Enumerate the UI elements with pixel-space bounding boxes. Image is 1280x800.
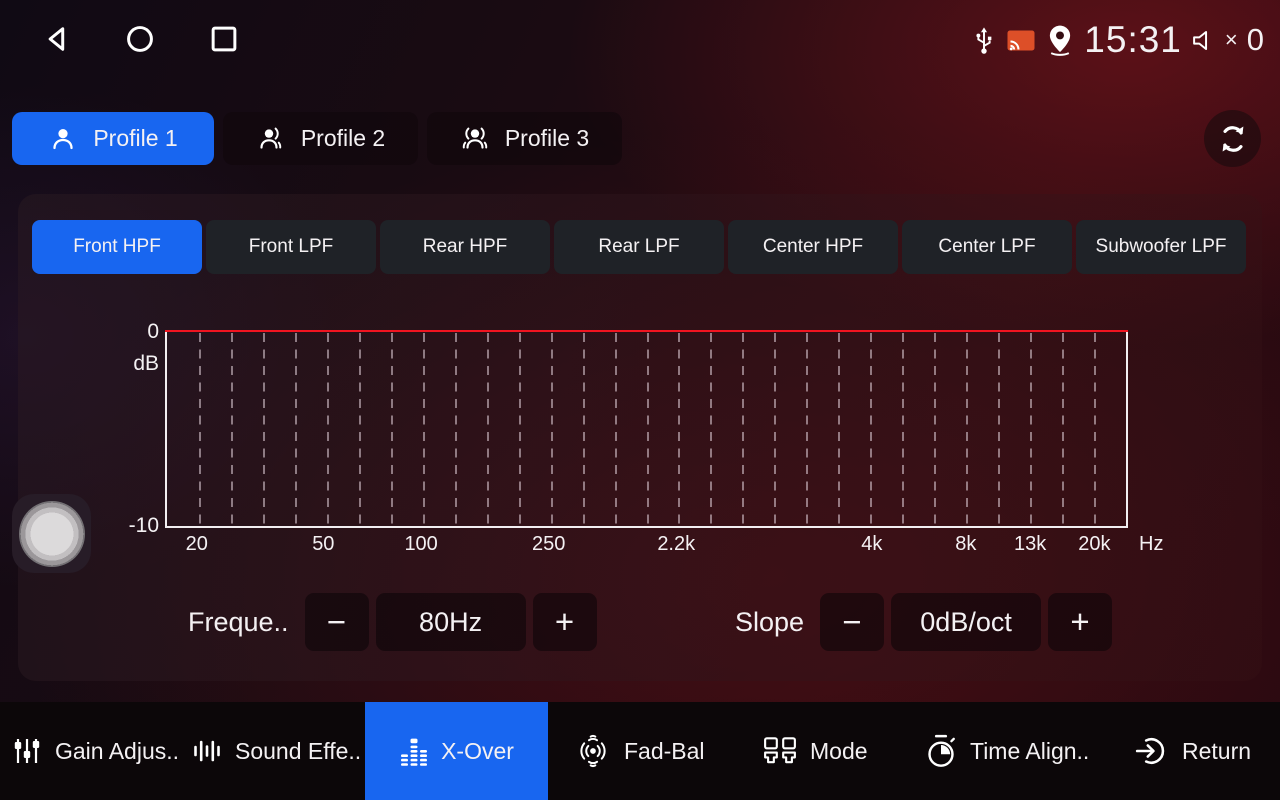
nav-return[interactable]: Return	[1135, 702, 1251, 800]
person-speaking-icon	[256, 124, 286, 154]
frequency-control: Freque.. − 80Hz +	[188, 593, 597, 651]
profile-tabs: Profile 1 Profile 2	[12, 112, 622, 165]
mode-icon	[763, 736, 797, 766]
bottom-navigation: Gain Adjus.. Sound Effe.. X-Ov	[0, 702, 1280, 800]
nav-label: Fad-Bal	[624, 738, 705, 765]
person-icon	[48, 124, 78, 154]
back-triangle-icon	[41, 23, 73, 55]
slope-decrease-button[interactable]: −	[820, 593, 884, 651]
android-back-button[interactable]	[40, 22, 74, 56]
sound-effect-icon	[192, 736, 222, 766]
filter-tab-subwoofer-lpf[interactable]: Subwoofer LPF	[1076, 220, 1246, 274]
floating-assist-knob[interactable]	[12, 494, 91, 573]
cast-icon	[1006, 28, 1036, 53]
minus-icon: −	[842, 603, 861, 641]
filter-tab-center-lpf[interactable]: Center LPF	[902, 220, 1072, 274]
y-axis-tick-min: -10	[111, 514, 159, 538]
fader-balance-icon	[575, 733, 611, 769]
refresh-icon	[1215, 121, 1251, 157]
slope-value: 0dB/oct	[891, 593, 1041, 651]
nav-label: Mode	[810, 738, 868, 765]
nav-label: Time Align..	[970, 738, 1089, 765]
frequency-decrease-button[interactable]: −	[305, 593, 369, 651]
filter-tab-center-hpf[interactable]: Center HPF	[728, 220, 898, 274]
filter-tab-rear-hpf[interactable]: Rear HPF	[380, 220, 550, 274]
nav-gain-adjust[interactable]: Gain Adjus..	[12, 702, 179, 800]
filter-tab-rear-lpf[interactable]: Rear LPF	[554, 220, 724, 274]
stopwatch-icon	[925, 734, 957, 768]
profile-label: Profile 1	[93, 125, 177, 152]
tab-label: Subwoofer LPF	[1096, 236, 1227, 258]
clock: 15:31	[1084, 19, 1182, 61]
y-axis-tick-0: 0	[121, 320, 159, 344]
android-home-button[interactable]	[123, 22, 157, 56]
android-recents-button[interactable]	[207, 22, 241, 56]
nav-x-over[interactable]: X-Over	[365, 702, 548, 800]
person-broadcast-icon	[460, 124, 490, 154]
recents-square-icon	[208, 23, 240, 55]
tab-label: Rear HPF	[423, 236, 507, 258]
profile-3-button[interactable]: Profile 3	[427, 112, 622, 165]
nav-mode[interactable]: Mode	[763, 702, 868, 800]
slope-control: Slope − 0dB/oct +	[735, 593, 1112, 651]
tab-label: Center LPF	[938, 236, 1035, 258]
xover-panel: Front HPF Front LPF Rear HPF Rear LPF Ce…	[18, 194, 1262, 681]
profile-2-button[interactable]: Profile 2	[223, 112, 418, 165]
knob-circle-icon	[19, 501, 85, 567]
frequency-label: Freque..	[188, 607, 289, 638]
y-axis-unit: dB	[121, 352, 159, 376]
plus-icon: +	[1070, 603, 1089, 641]
chart-x-axis-labels: 20501002502.2k4k8k13k20k	[167, 526, 1126, 556]
home-circle-icon	[124, 23, 156, 55]
filter-tab-front-lpf[interactable]: Front LPF	[206, 220, 376, 274]
status-bar: 15:31 × 0	[0, 0, 1280, 80]
nav-time-align[interactable]: Time Align..	[925, 702, 1089, 800]
profile-label: Profile 3	[505, 125, 589, 152]
reset-sync-button[interactable]	[1204, 110, 1261, 167]
volume-level: 0	[1247, 22, 1264, 58]
nav-label: Gain Adjus..	[55, 738, 179, 765]
slope-increase-button[interactable]: +	[1048, 593, 1112, 651]
tab-label: Center HPF	[763, 236, 863, 258]
equalizer-icon	[399, 736, 429, 766]
nav-label: Sound Effe..	[235, 738, 361, 765]
slope-label: Slope	[735, 607, 804, 638]
usb-icon	[971, 24, 997, 56]
head-unit-screen: 15:31 × 0 Profile 1	[0, 0, 1280, 800]
location-icon	[1045, 24, 1075, 57]
profile-1-button[interactable]: Profile 1	[12, 112, 214, 165]
nav-label: Return	[1182, 738, 1251, 765]
nav-sound-effect[interactable]: Sound Effe..	[192, 702, 361, 800]
tab-label: Rear LPF	[598, 236, 679, 258]
tab-label: Front LPF	[249, 236, 333, 258]
volume-mute-mark: ×	[1225, 27, 1238, 53]
x-axis-unit: Hz	[1139, 533, 1163, 556]
frequency-increase-button[interactable]: +	[533, 593, 597, 651]
frequency-response-chart: 0 dB -10 20501002502.2k4k8k13k20k Hz	[165, 330, 1128, 528]
status-icons-cluster: 15:31 × 0	[971, 12, 1264, 68]
gain-sliders-icon	[12, 736, 42, 766]
minus-icon: −	[327, 603, 346, 641]
chart-gridlines	[167, 330, 1126, 526]
filter-tab-front-hpf[interactable]: Front HPF	[32, 220, 202, 274]
return-arrow-icon	[1135, 734, 1169, 768]
nav-fad-bal[interactable]: Fad-Bal	[575, 702, 705, 800]
response-curve	[165, 330, 1128, 332]
profile-label: Profile 2	[301, 125, 385, 152]
tab-label: Front HPF	[73, 236, 161, 258]
nav-label: X-Over	[441, 738, 514, 765]
frequency-value: 80Hz	[376, 593, 526, 651]
plus-icon: +	[555, 603, 574, 641]
volume-muted-icon[interactable]	[1191, 27, 1218, 54]
channel-filter-tabs: Front HPF Front LPF Rear HPF Rear LPF Ce…	[32, 220, 1246, 274]
